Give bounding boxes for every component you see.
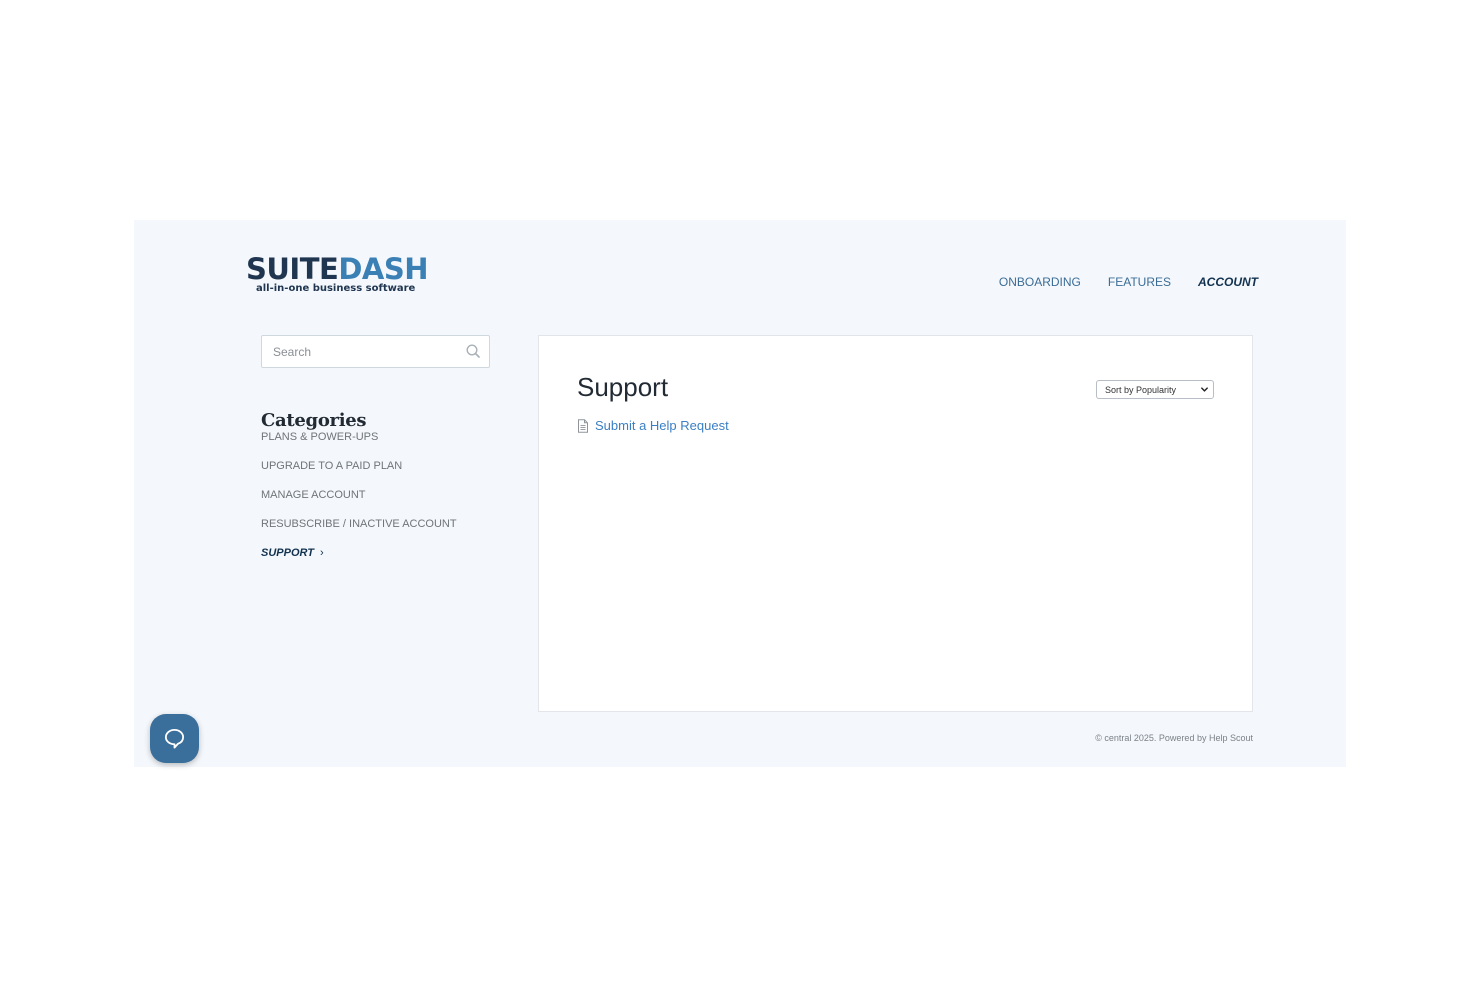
logo-wordmark: SUITEDASH (246, 252, 429, 286)
category-label: SUPPORT (261, 547, 314, 559)
page-title: Support (577, 372, 669, 402)
category-label: UPGRADE TO A PAID PLAN (261, 460, 403, 472)
nav-features[interactable]: FEATURES (1108, 275, 1171, 289)
logo-tagline: all-in-one business software (256, 283, 416, 294)
nav-onboarding[interactable]: ONBOARDING (999, 275, 1081, 289)
chat-bubble-icon (164, 728, 185, 749)
search-icon[interactable] (466, 344, 480, 358)
logo-wordmark-part2: DASH (338, 252, 429, 286)
sort-select[interactable]: Sort by Popularity (1096, 380, 1214, 399)
category-label: RESUBSCRIBE / INACTIVE ACCOUNT (261, 518, 457, 530)
category-support[interactable]: SUPPORT › (261, 547, 457, 576)
help-center-frame: SUITEDASH all-in-one business software O… (134, 220, 1346, 767)
category-manage-account[interactable]: MANAGE ACCOUNT (261, 489, 457, 518)
sort-selected-label: Sort by Popularity (1105, 384, 1177, 395)
category-label: MANAGE ACCOUNT (261, 489, 366, 501)
document-icon (578, 418, 588, 433)
chevron-down-icon (1201, 387, 1208, 392)
article-title: Submit a Help Request (595, 418, 729, 433)
chevron-right-icon: › (319, 547, 324, 559)
category-list: PLANS & POWER-UPS UPGRADE TO A PAID PLAN… (261, 431, 457, 576)
categories-heading: Categories (261, 409, 367, 431)
category-plans-power-ups[interactable]: PLANS & POWER-UPS (261, 431, 457, 460)
category-resubscribe-inactive[interactable]: RESUBSCRIBE / INACTIVE ACCOUNT (261, 518, 457, 547)
nav-account[interactable]: ACCOUNT (1198, 275, 1258, 289)
content-panel: Support Sort by Popularity Submit a Help… (538, 335, 1253, 712)
category-label: PLANS & POWER-UPS (261, 431, 379, 443)
article-link[interactable]: Submit a Help Request (577, 418, 729, 433)
suitedash-logo[interactable]: SUITEDASH all-in-one business software (246, 252, 429, 298)
search-input[interactable] (262, 336, 463, 367)
logo-wordmark-part1: SUITE (246, 252, 339, 286)
footer-powered-prefix: Powered by (1158, 733, 1207, 743)
footer-help-scout-link[interactable]: Help Scout (1209, 733, 1253, 743)
footer-copyright: © central 2025. (1095, 733, 1157, 743)
top-nav: ONBOARDING FEATURES ACCOUNT (999, 275, 1258, 289)
help-beacon-button[interactable] (150, 714, 199, 763)
search-box (261, 335, 490, 368)
footer: © central 2025. Powered by Help Scout (1095, 733, 1253, 743)
category-upgrade-paid-plan[interactable]: UPGRADE TO A PAID PLAN (261, 460, 457, 489)
